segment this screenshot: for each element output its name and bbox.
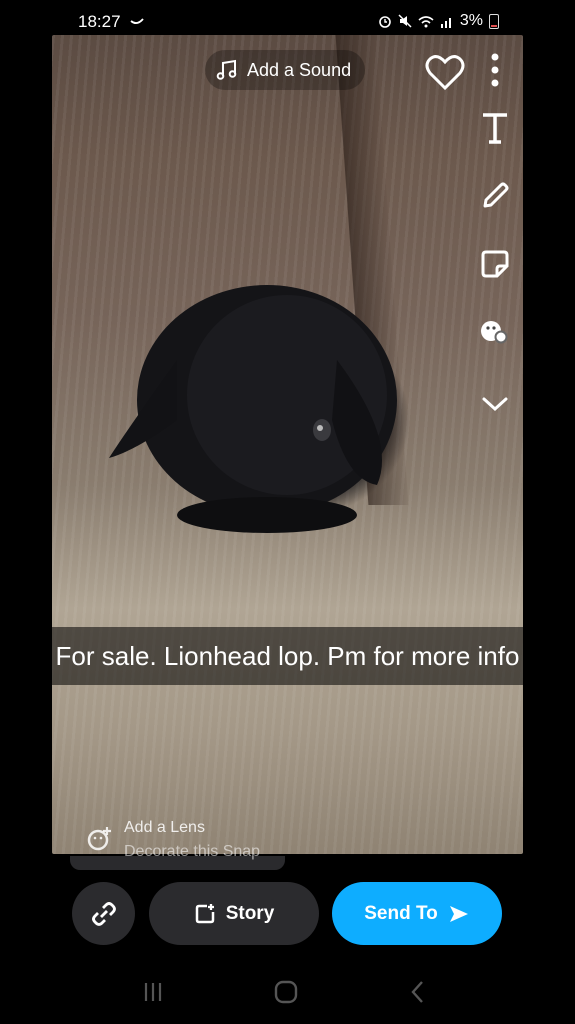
music-note-icon (216, 59, 237, 80)
add-lens-title: Add a Lens (124, 819, 205, 836)
caption-text: For sale. Lionhead lop. Pm for more info (55, 640, 520, 671)
heart-icon (425, 55, 465, 91)
story-label: Story (225, 902, 275, 924)
chevron-down-icon (482, 397, 508, 412)
add-lens-subtitle: Decorate this Snap (124, 843, 261, 860)
rabbit-photo (109, 285, 397, 533)
story-button[interactable]: Story (149, 882, 319, 945)
snap-preview[interactable] (52, 35, 523, 854)
more-vertical-icon (491, 53, 499, 87)
status-right: 3% (378, 12, 499, 30)
sticker-tool-button[interactable] (475, 244, 515, 284)
link-icon (91, 901, 116, 926)
home-button[interactable] (271, 978, 301, 1006)
pencil-icon (483, 182, 509, 208)
back-button[interactable] (403, 978, 433, 1006)
recent-apps-button[interactable] (138, 978, 168, 1006)
home-icon (274, 980, 298, 1004)
add-story-icon (195, 903, 214, 923)
notification-icon (130, 18, 144, 24)
battery-icon (489, 13, 499, 29)
add-lens-button[interactable]: Add a Lens Decorate this Snap (86, 817, 286, 867)
alarm-icon (379, 16, 391, 28)
status-time: 18:27 (78, 12, 121, 31)
system-navigation-bar (0, 960, 575, 1024)
add-sound-button[interactable]: Add a Sound (205, 50, 366, 90)
add-sound-label: Add a Sound (247, 59, 352, 80)
caption-bar[interactable]: For sale. Lionhead lop. Pm for more info (0, 627, 575, 685)
signal-icon (440, 17, 451, 28)
status-bar: 18:27 3% (0, 0, 575, 40)
recent-apps-icon (144, 983, 162, 1001)
sticker-icon (481, 250, 509, 278)
send-to-label: Send To (364, 902, 438, 924)
wifi-icon (418, 15, 434, 27)
expand-tools-button[interactable] (475, 384, 515, 424)
favorite-button[interactable] (423, 50, 467, 94)
back-icon (411, 981, 423, 1003)
lens-icon (87, 827, 111, 851)
text-icon (483, 113, 507, 144)
creative-tools-button[interactable] (475, 312, 515, 352)
emoji-icon (481, 321, 508, 344)
draw-tool-button[interactable] (475, 176, 515, 216)
battery-percent: 3% (459, 12, 483, 29)
more-options-button[interactable] (475, 50, 515, 90)
attach-link-button[interactable] (72, 882, 135, 945)
text-tool-button[interactable] (475, 108, 515, 148)
send-arrow-icon (449, 905, 468, 922)
mute-icon (398, 14, 412, 28)
send-to-button[interactable]: Send To (332, 882, 502, 945)
